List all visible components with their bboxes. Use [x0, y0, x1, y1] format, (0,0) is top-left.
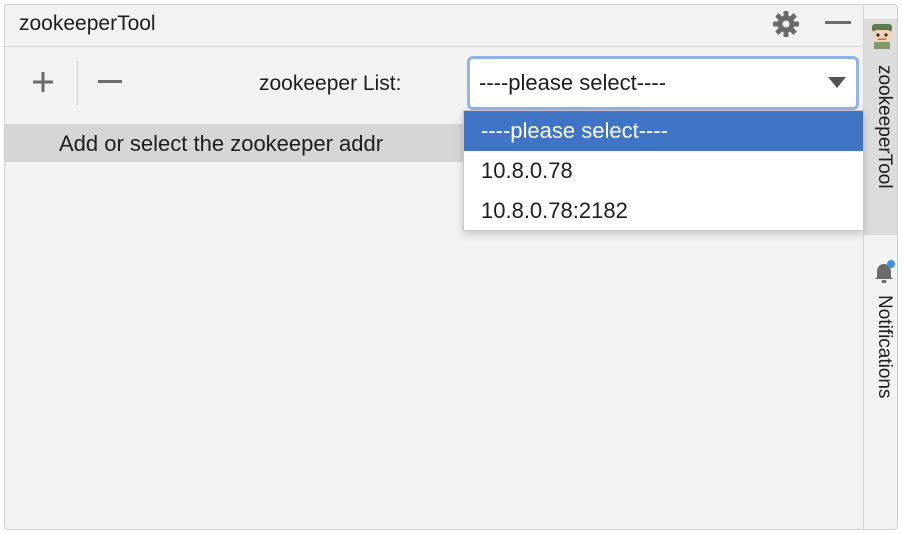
- avatar-icon: [872, 24, 892, 49]
- combobox-value: ----please select----: [479, 70, 667, 95]
- minimize-icon[interactable]: [825, 21, 851, 24]
- toolbar-separator: [77, 61, 78, 105]
- bell-icon[interactable]: [872, 259, 896, 285]
- gear-icon[interactable]: [771, 9, 801, 39]
- zookeeper-list-label: zookeeper List:: [259, 72, 402, 95]
- right-tool-strip: zookeeperTool Notifications: [863, 5, 897, 529]
- window-title: zookeeperTool: [19, 12, 156, 35]
- plus-icon[interactable]: [31, 70, 55, 94]
- tool-window: zookeeperTool zookeeper List: ----please…: [4, 4, 898, 530]
- tab-zookeepertool-label: zookeeperTool: [874, 65, 895, 189]
- title-bar: zookeeperTool: [5, 5, 863, 47]
- zookeeper-list-dropdown: ----please select---- 10.8.0.78 10.8.0.7…: [463, 110, 864, 231]
- zookeeper-list-combobox[interactable]: ----please select----: [467, 56, 859, 110]
- dropdown-option-address[interactable]: 10.8.0.78: [464, 151, 863, 191]
- hint-text: Add or select the zookeeper addr: [59, 131, 384, 156]
- tab-zookeepertool[interactable]: zookeeperTool: [864, 19, 897, 235]
- tab-notifications-label[interactable]: Notifications: [873, 295, 895, 399]
- minus-icon[interactable]: [98, 80, 122, 83]
- chevron-down-icon[interactable]: [828, 77, 846, 88]
- dropdown-option-please-select[interactable]: ----please select----: [464, 111, 863, 151]
- dropdown-option-address-port[interactable]: 10.8.0.78:2182: [464, 191, 863, 231]
